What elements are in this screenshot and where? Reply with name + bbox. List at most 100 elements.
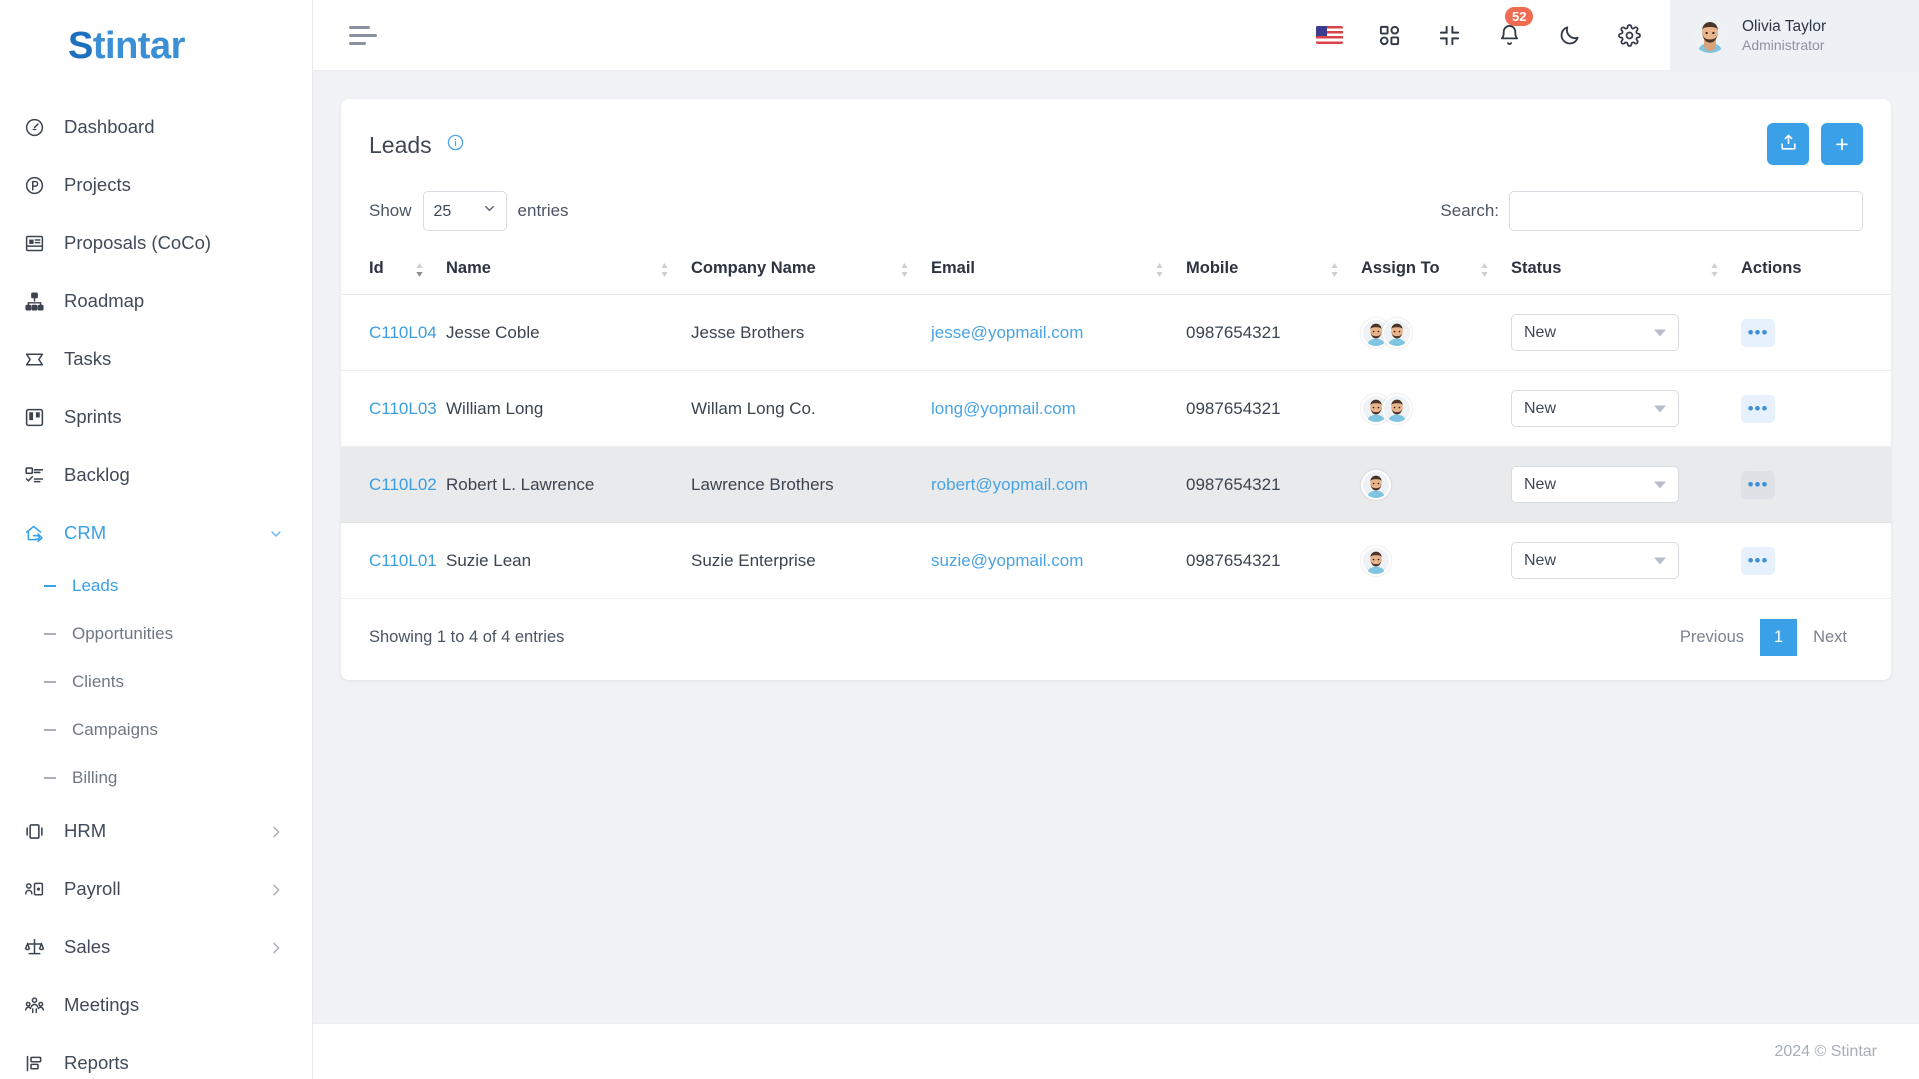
lead-id-link[interactable]: C110L04 <box>369 323 437 342</box>
email-link[interactable]: robert@yopmail.com <box>931 475 1088 494</box>
chevron-right-icon <box>268 823 284 839</box>
column-label: Name <box>446 259 491 277</box>
sidebar-item-clients[interactable]: Clients <box>0 658 312 706</box>
cell-assignees <box>1361 522 1511 599</box>
sidebar-item-backlog[interactable]: Backlog <box>0 446 312 504</box>
table-row[interactable]: C110L04 Jesse Coble Jesse Brothers jesse… <box>341 294 1891 371</box>
status-select[interactable]: New <box>1511 542 1679 579</box>
assignee-group[interactable] <box>1361 393 1511 424</box>
collapse-fullscreen-icon[interactable] <box>1434 20 1464 50</box>
email-link[interactable]: suzie@yopmail.com <box>931 551 1083 570</box>
us-flag-icon[interactable] <box>1314 20 1344 50</box>
table-row[interactable]: C110L01 Suzie Lean Suzie Enterprise suzi… <box>341 522 1891 599</box>
column-header-mobile[interactable]: Mobile <box>1186 245 1361 295</box>
column-header-assign-to[interactable]: Assign To <box>1361 245 1511 295</box>
column-header-email[interactable]: Email <box>931 245 1186 295</box>
sidebar-item-projects[interactable]: Projects <box>0 156 312 214</box>
user-profile-menu[interactable]: Olivia Taylor Administrator <box>1670 0 1919 71</box>
sidebar-item-billing[interactable]: Billing <box>0 754 312 802</box>
chevron-right-icon <box>268 881 284 897</box>
brand-logo[interactable]: Stintar <box>0 0 312 92</box>
sidebar-item-opportunities[interactable]: Opportunities <box>0 610 312 658</box>
cell-actions: ••• <box>1741 294 1891 371</box>
pagination-page-1[interactable]: 1 <box>1760 619 1798 656</box>
sidebar-item-sprints[interactable]: Sprints <box>0 388 312 446</box>
info-circle-icon[interactable] <box>447 130 464 157</box>
sidebar-subitem-label: Billing <box>72 768 118 787</box>
row-actions-button[interactable]: ••• <box>1741 394 1775 423</box>
cell-email: jesse@yopmail.com <box>931 294 1186 371</box>
assignee-avatar <box>1361 545 1391 576</box>
status-select-wrap: New <box>1511 314 1679 351</box>
cell-name: Suzie Lean <box>446 522 691 599</box>
sidebar-item-proposals[interactable]: Proposals (CoCo) <box>0 214 312 272</box>
hrm-icon <box>22 819 46 843</box>
column-header-name[interactable]: Name <box>446 245 691 295</box>
sidebar-item-label: Projects <box>64 174 131 195</box>
table-footer: Showing 1 to 4 of 4 entries Previous 1 N… <box>341 599 1891 680</box>
cell-mobile: 0987654321 <box>1186 294 1361 371</box>
grid-apps-icon[interactable] <box>1374 20 1404 50</box>
email-link[interactable]: jesse@yopmail.com <box>931 323 1083 342</box>
sidebar-item-hrm[interactable]: HRM <box>0 802 312 860</box>
status-select-wrap: New <box>1511 466 1679 503</box>
copyright-text: 2024 © Stintar <box>1774 1042 1877 1060</box>
lead-id-link[interactable]: C110L03 <box>369 399 437 418</box>
sidebar-item-payroll[interactable]: Payroll <box>0 860 312 918</box>
sidebar-item-campaigns[interactable]: Campaigns <box>0 706 312 754</box>
sidebar-item-leads[interactable]: Leads <box>0 562 312 610</box>
sidebar-item-reports[interactable]: Reports <box>0 1034 312 1079</box>
page-title-text: Leads <box>369 131 432 158</box>
avatar-face <box>1692 17 1728 53</box>
status-select[interactable]: New <box>1511 466 1679 503</box>
sidebar-item-tasks[interactable]: Tasks <box>0 330 312 388</box>
sidebar-item-dashboard[interactable]: Dashboard <box>0 98 312 156</box>
assignee-group[interactable] <box>1361 469 1511 500</box>
bell-icon[interactable]: 52 <box>1494 7 1534 50</box>
column-label: Email <box>931 259 976 277</box>
status-select[interactable]: New <box>1511 314 1679 351</box>
search-input[interactable] <box>1509 191 1863 231</box>
pagination-previous[interactable]: Previous <box>1664 619 1760 656</box>
notification-badge: 52 <box>1505 7 1534 26</box>
row-actions-button[interactable]: ••• <box>1741 546 1775 575</box>
sidebar-item-label: Reports <box>64 1052 129 1073</box>
assignee-group[interactable] <box>1361 317 1511 348</box>
column-label: Company Name <box>691 259 816 277</box>
sidebar-item-roadmap[interactable]: Roadmap <box>0 272 312 330</box>
hamburger-bar <box>349 25 370 29</box>
page-length-select[interactable]: 25 <box>422 191 507 231</box>
assignee-group[interactable] <box>1361 545 1511 576</box>
search-control: Search: <box>1440 191 1863 231</box>
sidebar-item-meetings[interactable]: Meetings <box>0 976 312 1034</box>
lead-id-link[interactable]: C110L01 <box>369 551 437 570</box>
sprints-icon <box>22 405 46 429</box>
table-row[interactable]: C110L03 William Long Willam Long Co. lon… <box>341 370 1891 447</box>
email-link[interactable]: long@yopmail.com <box>931 399 1076 418</box>
cell-name: Jesse Coble <box>446 294 691 371</box>
status-select[interactable]: New <box>1511 390 1679 427</box>
pagination-next[interactable]: Next <box>1797 619 1863 656</box>
cell-id: C110L03 <box>341 370 446 447</box>
table-row[interactable]: C110L02 Robert L. Lawrence Lawrence Brot… <box>341 446 1891 523</box>
meetings-icon <box>22 993 46 1017</box>
sidebar-item-sales[interactable]: Sales <box>0 918 312 976</box>
crm-icon <box>22 521 46 545</box>
gear-icon[interactable] <box>1614 20 1644 50</box>
moon-icon[interactable] <box>1554 20 1584 50</box>
column-header-company[interactable]: Company Name <box>691 245 931 295</box>
column-header-id[interactable]: Id <box>341 245 446 295</box>
row-actions-button[interactable]: ••• <box>1741 318 1775 347</box>
leads-table: Id Name Company Name Email Mobile Assign… <box>341 245 1891 599</box>
add-lead-button[interactable]: + <box>1821 123 1863 165</box>
sidebar-item-crm[interactable]: CRM <box>0 504 312 562</box>
row-actions-button[interactable]: ••• <box>1741 470 1775 499</box>
page-title: Leads <box>369 130 464 159</box>
lead-id-link[interactable]: C110L02 <box>369 475 437 494</box>
sidebar-item-label: Proposals (CoCo) <box>64 232 212 253</box>
cell-actions: ••• <box>1741 522 1891 599</box>
column-label: Actions <box>1741 259 1802 277</box>
import-button[interactable] <box>1767 123 1809 165</box>
hamburger-icon[interactable] <box>349 25 377 45</box>
column-header-status[interactable]: Status <box>1511 245 1741 295</box>
